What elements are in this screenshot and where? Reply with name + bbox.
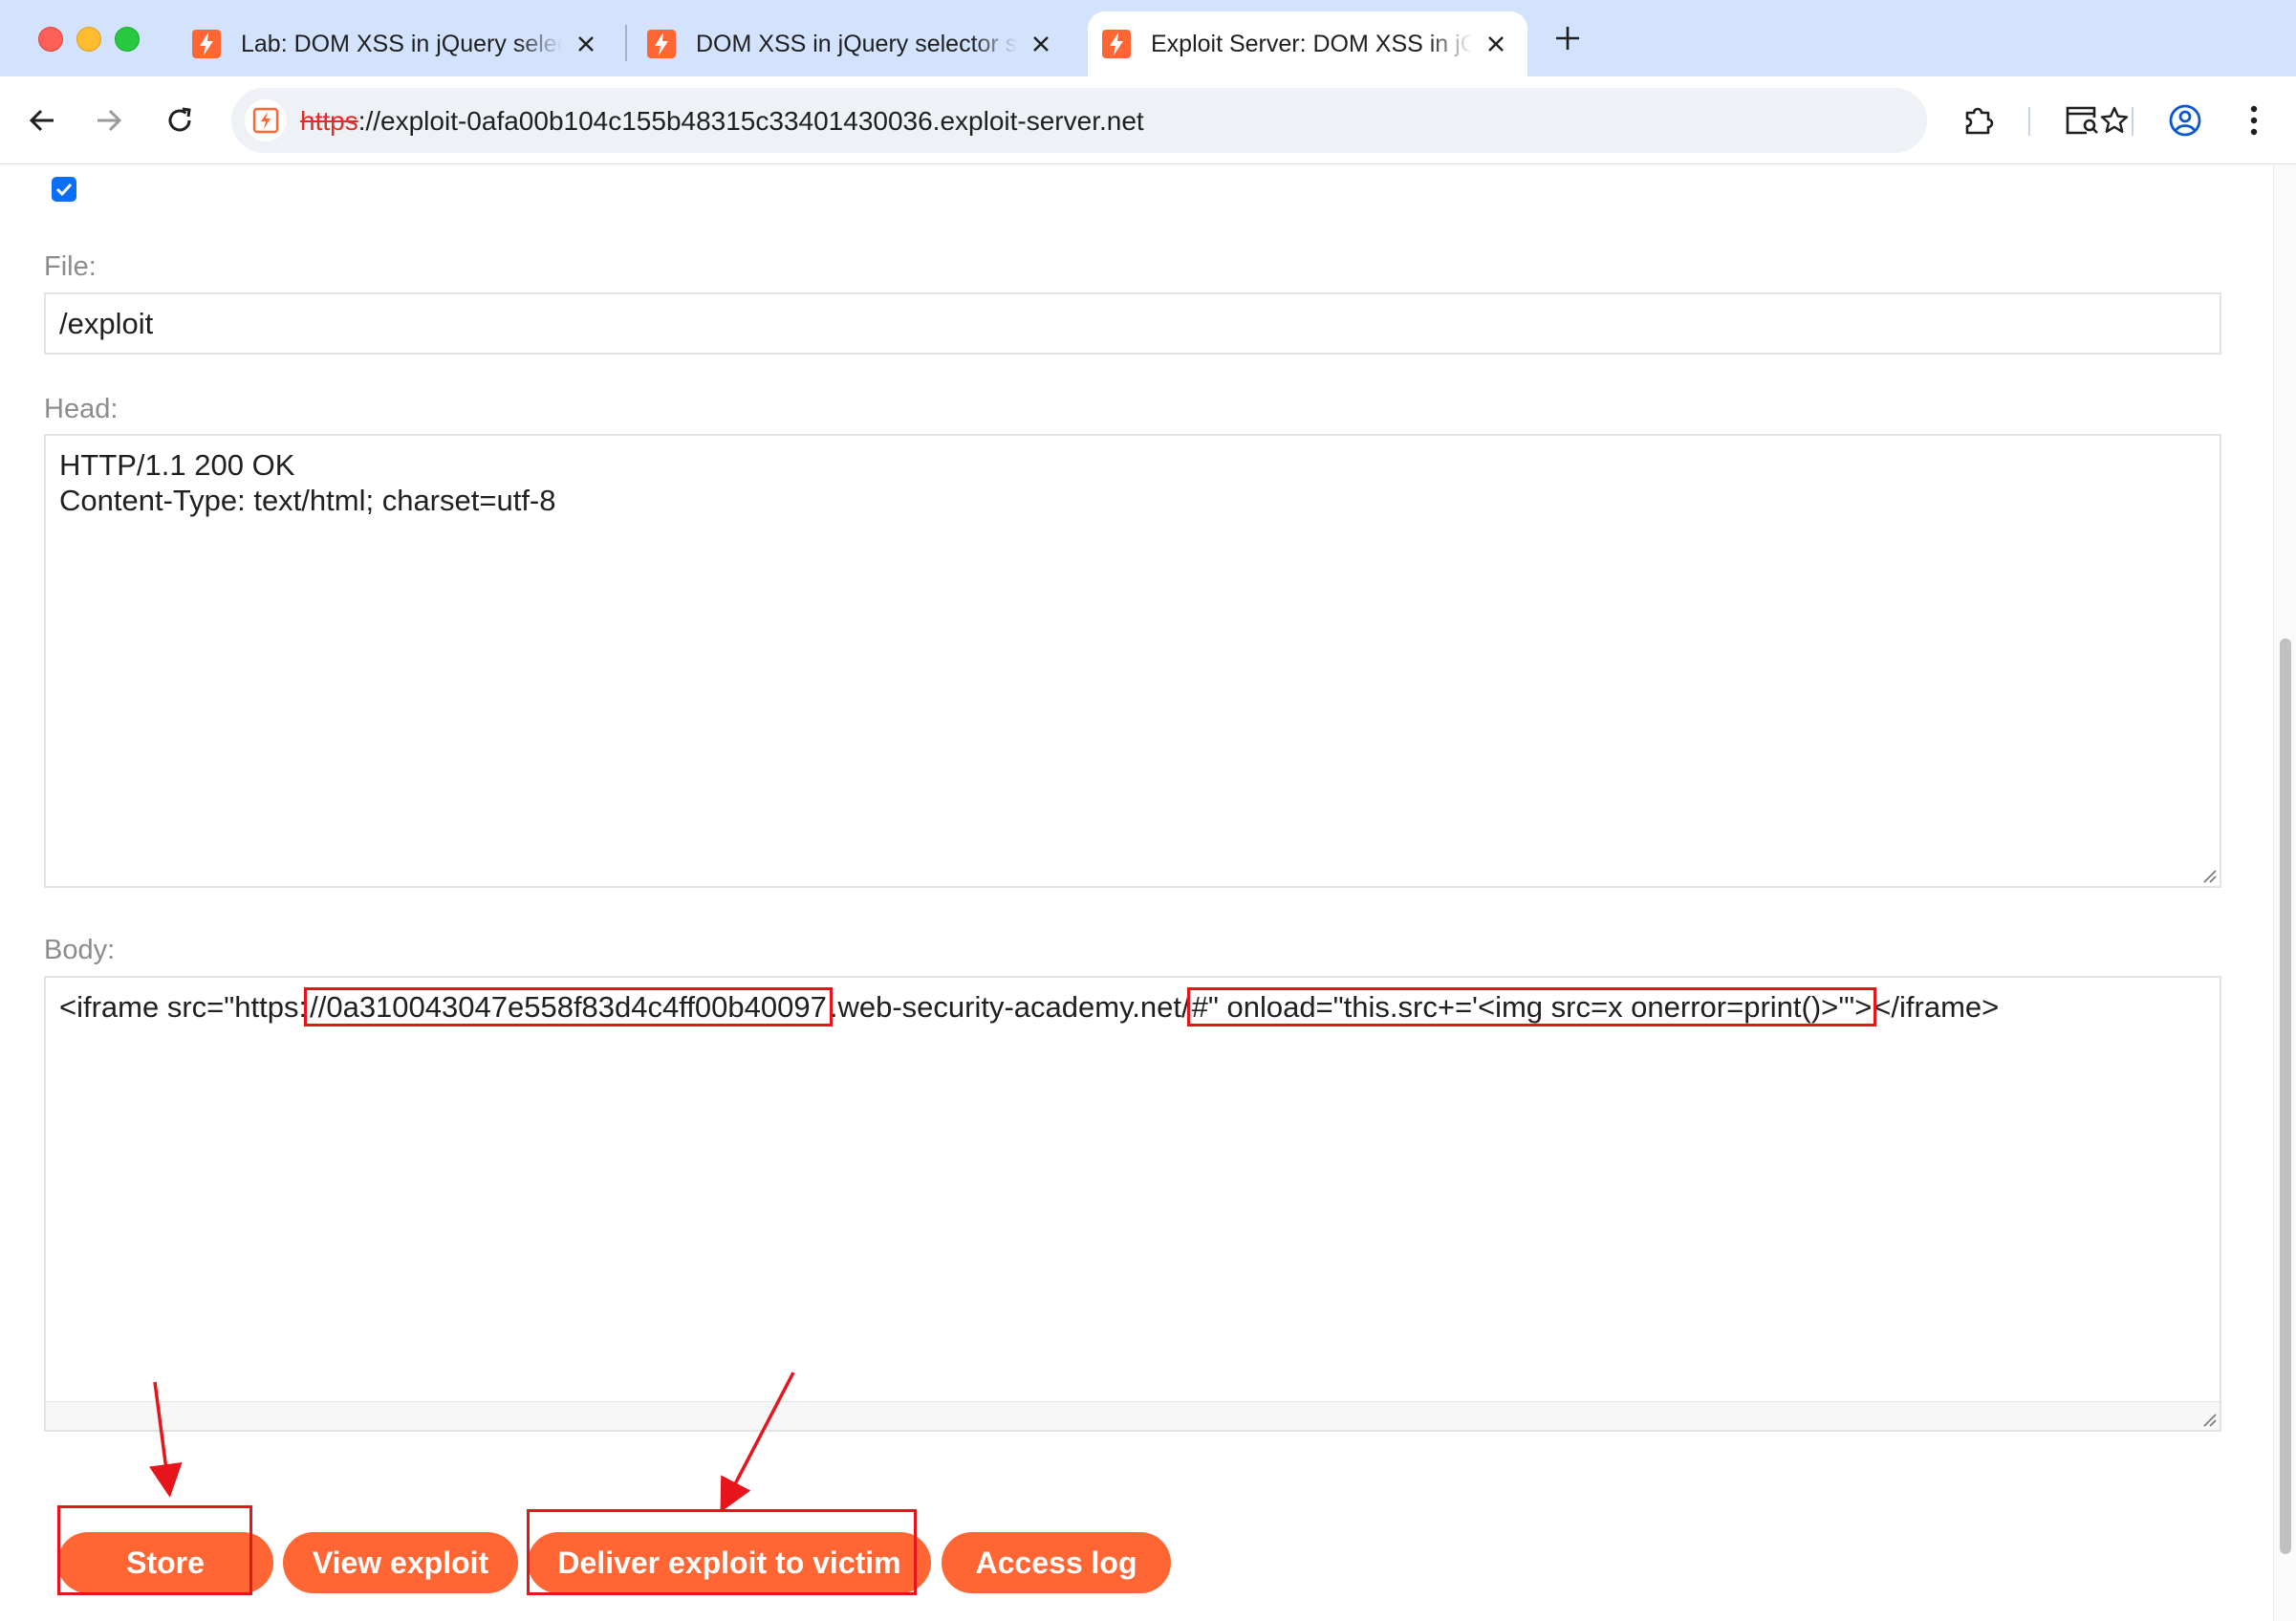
close-icon[interactable]: [572, 30, 600, 58]
file-input[interactable]: [44, 292, 2221, 355]
deliver-exploit-button[interactable]: Deliver exploit to victim: [528, 1532, 931, 1593]
body-textarea[interactable]: <iframe src="https://0a310043047e558f83d…: [44, 976, 2221, 1432]
tab-bar: Lab: DOM XSS in jQuery selector sink usi…: [0, 0, 2296, 76]
head-label: Head:: [44, 394, 119, 424]
body-label: Body:: [44, 935, 116, 965]
store-button[interactable]: Store: [57, 1532, 273, 1593]
highlighted-lab-id: //0a310043047e558f83d4c4ff00b40097: [304, 987, 833, 1027]
forward-arrow-icon[interactable]: [88, 99, 130, 141]
view-exploit-button[interactable]: View exploit: [283, 1532, 518, 1593]
url-text[interactable]: https://exploit-0afa00b104c155b48315c334…: [300, 106, 1144, 137]
head-textarea[interactable]: HTTP/1.1 200 OK Content-Type: text/html;…: [44, 434, 2221, 888]
browser-toolbar: https://exploit-0afa00b104c155b48315c334…: [0, 76, 2296, 164]
page-scrollbar[interactable]: [2273, 165, 2296, 1621]
body-domain: .web-security-academy.net/: [829, 990, 1190, 1024]
kebab-menu-icon[interactable]: [2233, 99, 2275, 141]
extensions-icon[interactable]: [1958, 99, 2000, 141]
burp-lightning-icon: [1102, 30, 1131, 58]
tab-separator: [625, 25, 627, 61]
body-suffix: </iframe>: [1874, 990, 2000, 1024]
horizontal-scrollbar[interactable]: [46, 1401, 2220, 1430]
url-scheme: https: [300, 106, 358, 136]
https-checkbox[interactable]: [52, 177, 76, 202]
reload-icon[interactable]: [159, 99, 201, 141]
tab-title: Exploit Server: DOM XSS in jQuery select…: [1151, 30, 1472, 57]
browser-tab-lab-page[interactable]: DOM XSS in jQuery selector sink using a …: [633, 11, 1072, 76]
access-log-button[interactable]: Access log: [942, 1532, 1171, 1593]
toolbar-separator: [2028, 107, 2030, 136]
highlighted-payload: #" onload="this.src+='<img src=x onerror…: [1186, 987, 1877, 1027]
not-secure-icon[interactable]: [245, 99, 287, 141]
browser-tab-exploit-server[interactable]: Exploit Server: DOM XSS in jQuery select…: [1088, 11, 1527, 76]
url-host: ://exploit-0afa00b104c155b48315c33401430…: [357, 106, 1144, 136]
profile-icon[interactable]: [2164, 99, 2206, 141]
plus-icon[interactable]: [1549, 21, 1587, 59]
address-bar[interactable]: https://exploit-0afa00b104c155b48315c334…: [231, 88, 2129, 153]
browser-tab-lab[interactable]: Lab: DOM XSS in jQuery selector sink usi…: [178, 11, 617, 76]
file-label: File:: [44, 251, 97, 282]
page-content: File: Head: HTTP/1.1 200 OK Content-Type…: [0, 165, 2273, 1621]
checkmark-icon: [55, 183, 73, 197]
tab-title: DOM XSS in jQuery selector sink using a …: [696, 30, 1017, 57]
body-prefix: <iframe src="https:: [59, 990, 308, 1024]
burp-lightning-icon: [192, 30, 221, 58]
body-code-line: <iframe src="https://0a310043047e558f83d…: [59, 987, 2206, 1027]
close-window-button[interactable]: [38, 27, 63, 52]
head-line: Content-Type: text/html; charset=utf-8: [59, 484, 556, 517]
resize-grip-icon[interactable]: [2200, 867, 2218, 884]
head-line: HTTP/1.1 200 OK: [59, 448, 295, 482]
close-icon[interactable]: [1482, 30, 1510, 58]
minimize-window-button[interactable]: [76, 27, 101, 52]
toolbar-separator: [2132, 107, 2134, 136]
resize-grip-icon[interactable]: [2200, 1411, 2218, 1428]
fullscreen-window-button[interactable]: [115, 27, 140, 52]
close-icon[interactable]: [1027, 30, 1055, 58]
burp-lightning-icon: [647, 30, 676, 58]
tab-search-icon[interactable]: [2061, 99, 2103, 141]
back-arrow-icon[interactable]: [21, 99, 63, 141]
tab-title: Lab: DOM XSS in jQuery selector sink usi…: [241, 30, 562, 57]
scrollbar-thumb[interactable]: [2280, 638, 2291, 1554]
